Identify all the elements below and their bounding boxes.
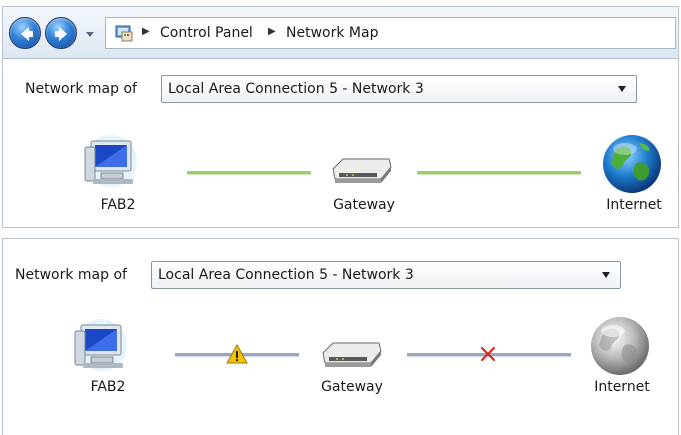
connection-select-value: Local Area Connection 5 - Network 3 [168,81,424,97]
recent-pages-icon[interactable] [83,27,97,41]
disconnected-x-icon[interactable] [479,345,497,363]
breadcrumb-separator-icon[interactable]: ▶ [142,26,150,37]
control-panel-icon [115,25,133,42]
breadcrumb[interactable]: ▶ Control Panel ▶ Network Map [105,17,676,49]
warning-icon[interactable] [225,343,249,365]
globe-icon[interactable] [589,315,653,377]
chevron-down-icon [618,86,626,92]
network-map-of-label: Network map of [25,81,137,97]
computer-icon[interactable] [83,133,145,189]
connection-select[interactable]: Local Area Connection 5 - Network 3 [151,261,621,289]
address-bar: ▶ Control Panel ▶ Network Map [3,7,678,59]
forward-arrow-icon [55,27,67,41]
network-map-window-problem: Network map of Local Area Connection 5 -… [2,238,679,435]
computer-icon[interactable] [73,317,135,373]
network-map-window-connected: ▶ Control Panel ▶ Network Map Network ma… [2,6,679,228]
forward-button[interactable] [45,17,77,49]
node-label-gateway: Gateway [333,197,395,213]
router-icon[interactable] [329,153,395,187]
network-map-of-label: Network map of [15,267,127,283]
link-computer-gateway [187,171,311,174]
connection-select[interactable]: Local Area Connection 5 - Network 3 [161,75,637,103]
node-label-computer: FAB2 [90,379,126,395]
node-label-internet: Internet [594,379,650,395]
breadcrumb-control-panel[interactable]: Control Panel [160,25,253,41]
router-icon[interactable] [319,337,385,371]
breadcrumb-network-map[interactable]: Network Map [286,25,378,41]
link-gateway-internet [417,171,581,174]
connection-select-value: Local Area Connection 5 - Network 3 [158,267,414,283]
back-arrow-icon [21,27,33,41]
node-label-internet: Internet [606,197,662,213]
chevron-down-icon [602,272,610,278]
node-label-computer: FAB2 [100,197,136,213]
breadcrumb-separator-icon[interactable]: ▶ [268,26,276,37]
back-button[interactable] [9,17,41,49]
globe-icon[interactable] [601,133,665,195]
node-label-gateway: Gateway [321,379,383,395]
